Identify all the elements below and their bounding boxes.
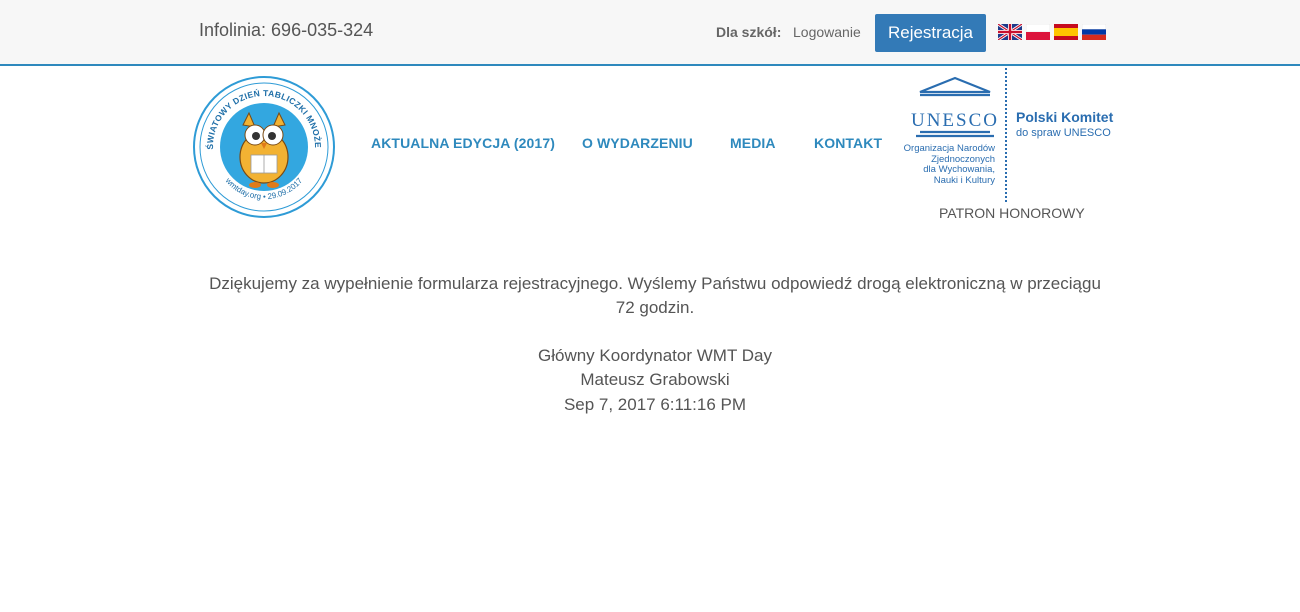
infoline: Infolinia: 696-035-324 <box>199 20 374 40</box>
unesco-org-line: Nauki i Kultury <box>933 174 995 186</box>
schools-label: Dla szkół: <box>716 24 782 40</box>
nav-current-edition[interactable]: AKTUALNA EDYCJA (2017) <box>371 135 555 151</box>
es-flag-icon[interactable] <box>1054 24 1078 40</box>
unesco-divider <box>1005 68 1007 202</box>
timestamp: Sep 7, 2017 6:11:16 PM <box>563 395 747 414</box>
unesco-org-text: Organizacja Narodów Zjednoczonych dla Wy… <box>900 143 995 186</box>
polish-committee-subtitle: do spraw UNESCO <box>1016 127 1111 139</box>
polish-committee-title: Polski Komitet <box>1016 109 1114 125</box>
nav-about-event[interactable]: O WYDARZENIU <box>582 135 693 151</box>
unesco-org-line: dla Wychowania, <box>923 164 995 175</box>
nav-contact[interactable]: KONTAKT <box>814 135 882 151</box>
unesco-logo-text: UNESCO <box>911 110 999 131</box>
top-bar: Infolinia: 696-035-324 Dla szkół: Logowa… <box>0 0 1300 66</box>
confirmation-message: Dziękujemy za wypełnienie formularza rej… <box>209 274 1101 317</box>
register-button[interactable]: Rejestracja <box>875 14 986 52</box>
ru-flag-icon[interactable] <box>1082 24 1106 40</box>
pl-flag-icon[interactable] <box>1026 24 1050 40</box>
en-flag-icon[interactable] <box>998 24 1022 40</box>
unesco-org-line: Organizacja Narodów <box>903 143 995 154</box>
login-link[interactable]: Logowanie <box>793 24 861 40</box>
signature-role: Główny Koordynator WMT Day <box>538 346 772 365</box>
language-flags <box>998 24 1106 40</box>
signature-name: Mateusz Grabowski <box>580 370 730 389</box>
event-logo[interactable]: VII ŚWIATOWY DZIEŃ TABLICZKI MNOŻENIA wm… <box>191 75 337 219</box>
honorary-patron-label: PATRON HONOROWY <box>939 205 1085 221</box>
nav-media[interactable]: MEDIA <box>730 135 776 151</box>
